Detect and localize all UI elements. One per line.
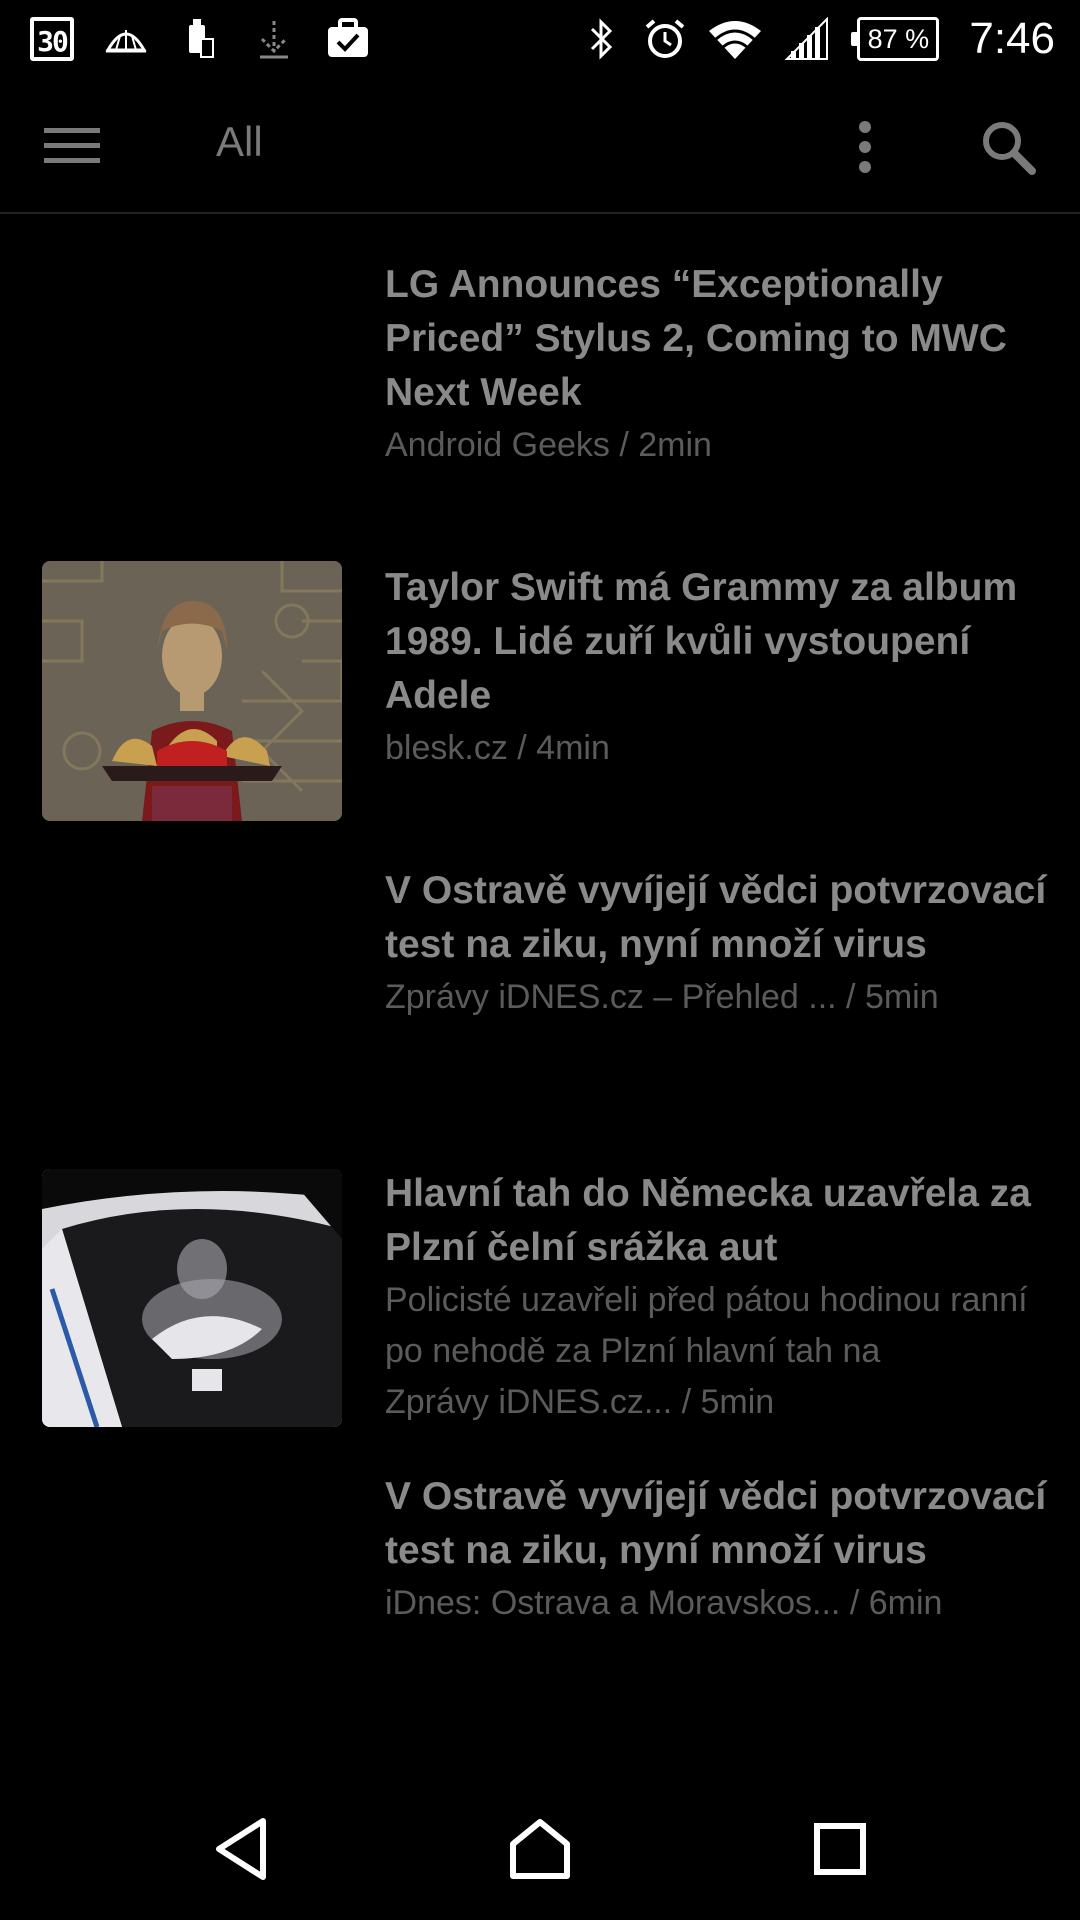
article-text-block[interactable]: Hlavní tah do Německa uzavřela za Plzní … (385, 1167, 1065, 1427)
article-headline[interactable]: V Ostravě vyvíjejí vědci potvrzovací tes… (385, 864, 1055, 972)
article-texts: LG Announces “Exceptionally Priced” Styl… (0, 0, 1080, 1776)
article-meta: Zprávy iDNES.cz – Přehled ... / 5min (385, 978, 939, 1016)
article-time: 6min (868, 1584, 943, 1622)
article-source: Zprávy iDNES.cz... (385, 1383, 673, 1421)
article-source: iDnes: Ostrava a Moravskos... (385, 1584, 841, 1622)
article-headline[interactable]: LG Announces “Exceptionally Priced” Styl… (385, 258, 1055, 420)
article-headline[interactable]: Taylor Swift má Grammy za album 1989. Li… (385, 561, 1055, 723)
article-source: blesk.cz (385, 729, 508, 767)
back-triangle-icon[interactable] (196, 1804, 286, 1894)
article-headline[interactable]: Hlavní tah do Německa uzavřela za Plzní … (385, 1167, 1065, 1275)
recents-square-icon[interactable] (795, 1804, 885, 1894)
article-meta: Zprávy iDNES.cz... / 5min (385, 1383, 775, 1421)
article-snippet: Policisté uzavřeli před pátou hodinou ra… (385, 1281, 1028, 1370)
system-nav-bar (0, 1776, 1080, 1920)
article-text-block[interactable]: Taylor Swift má Grammy za album 1989. Li… (385, 561, 1055, 773)
article-text-block[interactable]: V Ostravě vyvíjejí vědci potvrzovací tes… (385, 864, 1055, 1022)
article-meta: iDnes: Ostrava a Moravskos... / 6min (385, 1584, 943, 1622)
article-time: 4min (536, 729, 610, 767)
article-source: Zprávy iDNES.cz – Přehled ... (385, 978, 837, 1016)
article-meta: Android Geeks / 2min (385, 426, 712, 464)
article-headline[interactable]: V Ostravě vyvíjejí vědci potvrzovací tes… (385, 1470, 1055, 1578)
article-time: 5min (864, 978, 939, 1016)
article-text-block[interactable]: LG Announces “Exceptionally Priced” Styl… (385, 258, 1055, 470)
article-time: 2min (638, 426, 712, 464)
article-time: 5min (700, 1383, 775, 1421)
home-icon[interactable] (495, 1804, 585, 1894)
article-meta: blesk.cz / 4min (385, 729, 610, 767)
article-source: Android Geeks (385, 426, 610, 464)
article-text-block[interactable]: V Ostravě vyvíjejí vědci potvrzovací tes… (385, 1470, 1055, 1628)
